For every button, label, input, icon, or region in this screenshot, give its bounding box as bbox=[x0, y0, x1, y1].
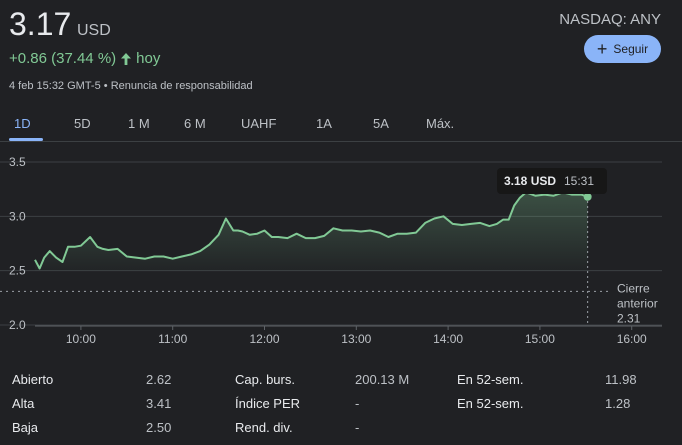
quote-meta: 4 feb 15:32 GMT-5 • Renuncia de responsa… bbox=[9, 80, 253, 92]
arrow-up-icon bbox=[121, 52, 132, 65]
stat-value-52w-high: 11.98 bbox=[605, 372, 637, 387]
stat-value-low: 2.50 bbox=[146, 420, 172, 435]
stat-value-pe: - bbox=[355, 396, 360, 411]
previous-close-value: 2.31 bbox=[617, 311, 641, 325]
x-tick-label: 11:00 bbox=[158, 332, 187, 346]
tab-5d[interactable]: 5D bbox=[74, 116, 91, 131]
stat-label-div: Rend. div. bbox=[235, 420, 293, 435]
stat-value-52w-low: 1.28 bbox=[605, 396, 631, 411]
tooltip-time: 15:31 bbox=[564, 174, 594, 188]
change-period: hoy bbox=[136, 50, 161, 67]
plus-icon: + bbox=[596, 38, 608, 59]
stat-value-div: - bbox=[355, 420, 360, 435]
stat-label-open: Abierto bbox=[12, 372, 54, 387]
tab-1m[interactable]: 1 M bbox=[128, 116, 150, 131]
y-tick-label: 3.5 bbox=[9, 155, 26, 169]
tooltip-price: 3.18 USD bbox=[504, 174, 556, 188]
stat-label-52w-high: En 52-sem. bbox=[457, 372, 524, 387]
x-tick-label: 13:00 bbox=[341, 332, 371, 346]
tab-max[interactable]: Máx. bbox=[426, 116, 454, 131]
stat-label-low: Baja bbox=[12, 420, 39, 435]
price-chart[interactable]: 3.5 3.0 2.5 2.0 10:00 11:00 12:00 13:00 14:00 15… bbox=[0, 145, 682, 355]
tab-6m[interactable]: 6 M bbox=[184, 116, 206, 131]
previous-close-label-2: anterior bbox=[617, 296, 658, 310]
disclaimer-link[interactable]: Renuncia de responsabilidad bbox=[111, 80, 253, 92]
meta-separator: • bbox=[103, 80, 108, 92]
x-tick-label: 15:00 bbox=[525, 332, 555, 346]
follow-button-label: Seguir bbox=[613, 42, 649, 56]
stat-label-mkt-cap: Cap. burs. bbox=[235, 372, 295, 387]
quote-timestamp: 4 feb 15:32 GMT-5 bbox=[9, 80, 101, 92]
stat-value-high: 3.41 bbox=[146, 396, 172, 411]
price-area bbox=[35, 192, 588, 271]
x-tick-label: 14:00 bbox=[433, 332, 463, 346]
price-currency: USD bbox=[77, 22, 111, 39]
previous-close-label: Cierre bbox=[617, 281, 650, 295]
x-tick-label: 10:00 bbox=[66, 332, 96, 346]
tabs-divider bbox=[0, 141, 682, 142]
stat-value-open: 2.62 bbox=[146, 372, 172, 387]
tab-1y[interactable]: 1A bbox=[316, 116, 332, 131]
stat-label-52w-low: En 52-sem. bbox=[457, 396, 524, 411]
range-tabs: 1D 5D 1 M 6 M UAHF 1A 5A Máx. bbox=[0, 116, 682, 140]
price-change: +0.86 (37.44 %) bbox=[9, 50, 117, 67]
y-tick-label: 3.0 bbox=[9, 209, 26, 223]
stock-price: 3.17 bbox=[9, 6, 72, 42]
tab-ytd[interactable]: UAHF bbox=[241, 116, 276, 131]
stat-label-high: Alta bbox=[12, 396, 35, 411]
price-change-row: +0.86 (37.44 %) hoy bbox=[9, 50, 160, 67]
follow-button[interactable]: + Seguir bbox=[584, 35, 661, 63]
stat-value-mkt-cap: 200.13 M bbox=[355, 372, 410, 387]
tab-1d[interactable]: 1D bbox=[14, 116, 31, 131]
x-tick-label: 12:00 bbox=[249, 332, 279, 346]
stat-label-pe: Índice PER bbox=[235, 396, 301, 411]
x-tick-label: 16:00 bbox=[617, 332, 647, 346]
tab-5y[interactable]: 5A bbox=[373, 116, 389, 131]
y-tick-label: 2.0 bbox=[9, 318, 26, 332]
exchange-ticker: NASDAQ: ANY bbox=[559, 11, 661, 28]
y-tick-label: 2.5 bbox=[9, 264, 26, 278]
